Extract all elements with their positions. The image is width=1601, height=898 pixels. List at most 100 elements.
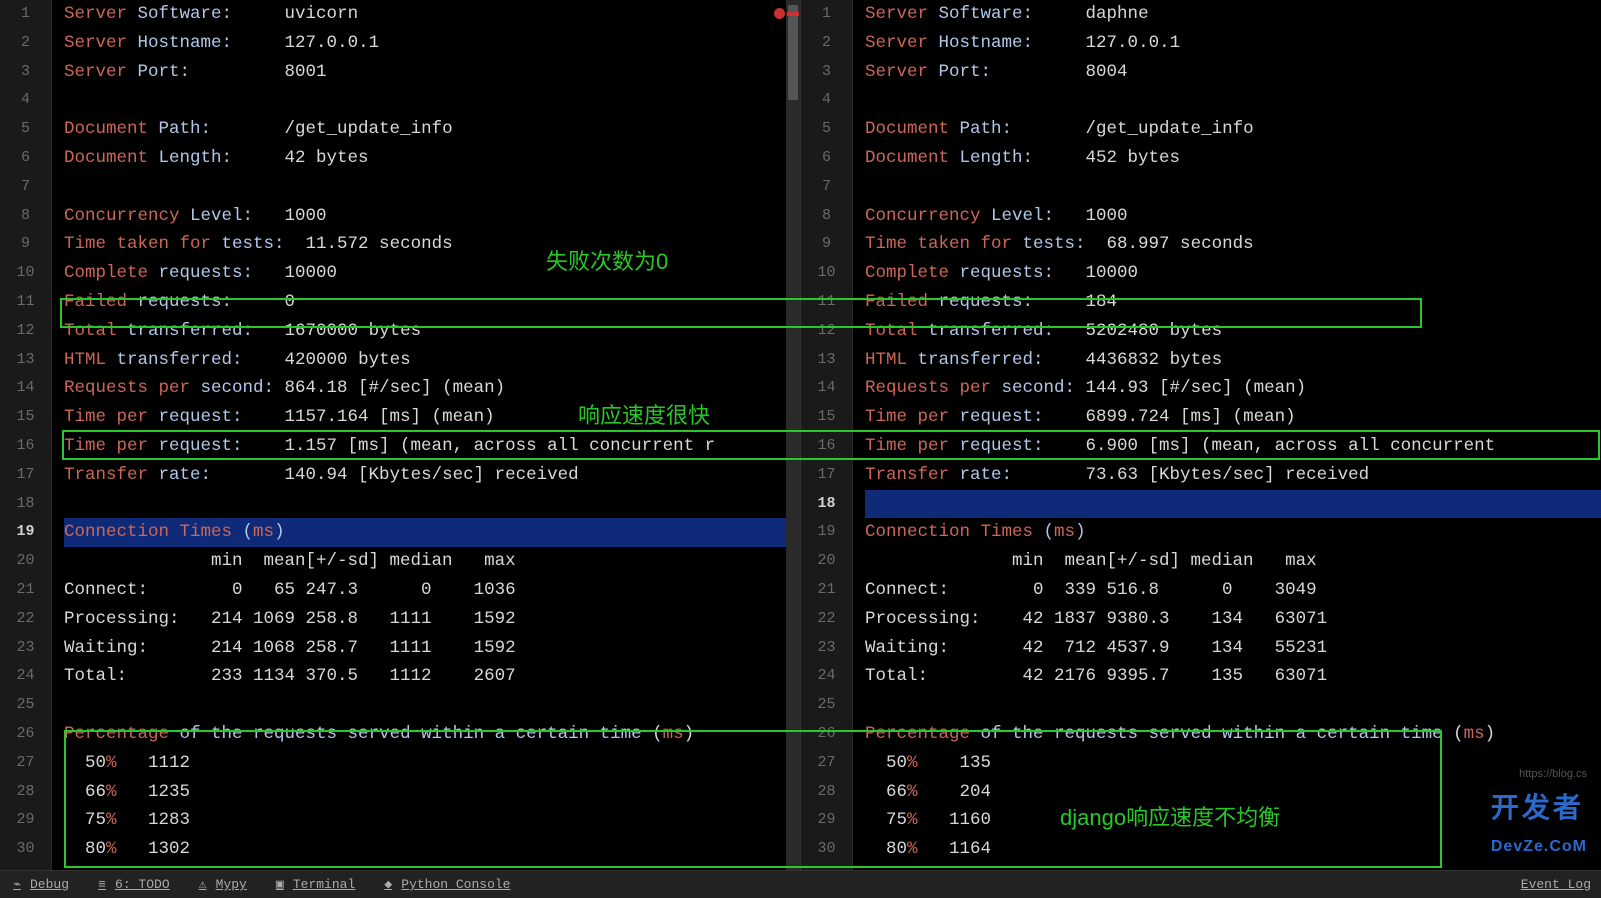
code-line[interactable]: Failed requests: 0 <box>64 288 800 317</box>
line-number: 2 <box>801 29 852 58</box>
scrollbar-thumb[interactable] <box>788 5 798 100</box>
status-terminal[interactable]: ▣Terminal <box>273 877 355 892</box>
code-line[interactable]: 75% 1283 <box>64 806 800 835</box>
code-line[interactable]: Percentage of the requests served within… <box>865 720 1601 749</box>
code-line[interactable]: Waiting: 214 1068 258.7 1111 1592 <box>64 634 800 663</box>
code-line[interactable]: Total transferred: 5202480 bytes <box>865 317 1601 346</box>
code-area-right[interactable]: Server Software: daphneServer Hostname: … <box>853 0 1601 864</box>
line-number: 16 <box>0 432 51 461</box>
code-line[interactable]: 66% 1235 <box>64 778 800 807</box>
code-line[interactable]: Document Path: /get_update_info <box>865 115 1601 144</box>
line-number: 7 <box>801 173 852 202</box>
code-line[interactable]: Complete requests: 10000 <box>64 259 800 288</box>
code-line[interactable]: Document Length: 452 bytes <box>865 144 1601 173</box>
code-line[interactable] <box>865 490 1601 519</box>
line-number: 9 <box>801 230 852 259</box>
code-line[interactable] <box>865 173 1601 202</box>
code-line[interactable]: Server Port: 8004 <box>865 58 1601 87</box>
line-number: 29 <box>801 806 852 835</box>
code-line[interactable]: Connection Times (ms) <box>865 518 1601 547</box>
code-line[interactable]: Complete requests: 10000 <box>865 259 1601 288</box>
code-line[interactable]: Time per request: 6.900 [ms] (mean, acro… <box>865 432 1601 461</box>
code-line[interactable]: min mean[+/-sd] median max <box>865 547 1601 576</box>
code-line[interactable]: Requests per second: 864.18 [#/sec] (mea… <box>64 374 800 403</box>
code-line[interactable] <box>64 490 800 519</box>
bug-icon: ⌁ <box>10 877 24 892</box>
code-line[interactable]: 50% 135 <box>865 749 1601 778</box>
code-line[interactable]: Document Length: 42 bytes <box>64 144 800 173</box>
code-line[interactable]: 50% 1112 <box>64 749 800 778</box>
watermark-sub: https://blog.cs <box>1519 768 1587 780</box>
code-line[interactable]: Server Software: uvicorn <box>64 0 800 29</box>
code-line[interactable]: Time taken for tests: 68.997 seconds <box>865 230 1601 259</box>
editor-pane-left[interactable]: 1234567891011121314151617181920212223242… <box>0 0 801 870</box>
code-line[interactable]: Processing: 214 1069 258.8 1111 1592 <box>64 605 800 634</box>
line-number: 3 <box>801 58 852 87</box>
line-number: 28 <box>0 778 51 807</box>
line-number: 15 <box>801 403 852 432</box>
error-dot-icon <box>774 8 785 19</box>
code-line[interactable]: HTML transferred: 4436832 bytes <box>865 346 1601 375</box>
code-line[interactable]: Waiting: 42 712 4537.9 134 55231 <box>865 634 1601 663</box>
status-python-console[interactable]: ◆Python Console <box>381 877 510 892</box>
status-event-log[interactable]: Event Log <box>1521 877 1601 892</box>
terminal-icon: ▣ <box>273 877 287 892</box>
code-line[interactable] <box>64 691 800 720</box>
code-line[interactable]: Document Path: /get_update_info <box>64 115 800 144</box>
line-number: 6 <box>0 144 51 173</box>
line-number: 19 <box>801 518 852 547</box>
code-line[interactable]: Time taken for tests: 11.572 seconds <box>64 230 800 259</box>
line-number: 22 <box>0 605 51 634</box>
code-line[interactable] <box>64 86 800 115</box>
line-number: 18 <box>0 490 51 519</box>
code-line[interactable] <box>865 86 1601 115</box>
code-line[interactable]: Total transferred: 1670000 bytes <box>64 317 800 346</box>
line-gutter-right: 1234567891011121314151617181920212223242… <box>801 0 853 870</box>
line-gutter-left: 1234567891011121314151617181920212223242… <box>0 0 52 870</box>
code-line[interactable]: Concurrency Level: 1000 <box>865 202 1601 231</box>
line-number: 1 <box>801 0 852 29</box>
code-line[interactable]: Transfer rate: 140.94 [Kbytes/sec] recei… <box>64 461 800 490</box>
code-line[interactable]: Time per request: 6899.724 [ms] (mean) <box>865 403 1601 432</box>
code-line[interactable]: Connect: 0 339 516.8 0 3049 <box>865 576 1601 605</box>
code-line[interactable]: Server Port: 8001 <box>64 58 800 87</box>
code-line[interactable]: Connection Times (ms) <box>64 518 800 547</box>
code-line[interactable]: Server Hostname: 127.0.0.1 <box>865 29 1601 58</box>
code-line[interactable]: Failed requests: 184 <box>865 288 1601 317</box>
line-number: 23 <box>801 634 852 663</box>
code-line[interactable]: Server Software: daphne <box>865 0 1601 29</box>
code-line[interactable]: HTML transferred: 420000 bytes <box>64 346 800 375</box>
code-line[interactable]: Total: 42 2176 9395.7 135 63071 <box>865 662 1601 691</box>
code-line[interactable]: 80% 1302 <box>64 835 800 864</box>
scrollbar-left[interactable] <box>786 0 800 870</box>
line-number: 25 <box>0 691 51 720</box>
code-line[interactable]: Requests per second: 144.93 [#/sec] (mea… <box>865 374 1601 403</box>
code-line[interactable] <box>865 691 1601 720</box>
code-line[interactable]: Transfer rate: 73.63 [Kbytes/sec] receiv… <box>865 461 1601 490</box>
line-number: 20 <box>0 547 51 576</box>
line-number: 8 <box>801 202 852 231</box>
line-number: 8 <box>0 202 51 231</box>
code-line[interactable]: Time per request: 1157.164 [ms] (mean) <box>64 403 800 432</box>
line-number: 17 <box>0 461 51 490</box>
line-number: 5 <box>0 115 51 144</box>
code-line[interactable]: Total: 233 1134 370.5 1112 2607 <box>64 662 800 691</box>
line-number: 25 <box>801 691 852 720</box>
line-number: 28 <box>801 778 852 807</box>
line-number: 9 <box>0 230 51 259</box>
code-area-left[interactable]: Server Software: uvicornServer Hostname:… <box>52 0 800 864</box>
code-line[interactable]: Server Hostname: 127.0.0.1 <box>64 29 800 58</box>
watermark-brand: 开发者 <box>1491 792 1584 823</box>
editor-pane-right[interactable]: 1234567891011121314151617181920212223242… <box>801 0 1601 870</box>
code-line[interactable] <box>64 173 800 202</box>
code-line[interactable]: Concurrency Level: 1000 <box>64 202 800 231</box>
status-debug[interactable]: ⌁Debug <box>10 877 69 892</box>
code-line[interactable]: Processing: 42 1837 9380.3 134 63071 <box>865 605 1601 634</box>
code-line[interactable]: min mean[+/-sd] median max <box>64 547 800 576</box>
code-line[interactable]: Connect: 0 65 247.3 0 1036 <box>64 576 800 605</box>
status-mypy[interactable]: ⚠Mypy <box>196 877 247 892</box>
code-line[interactable]: Percentage of the requests served within… <box>64 720 800 749</box>
status-todo[interactable]: ≡6: TODO <box>95 877 170 892</box>
code-line[interactable]: Time per request: 1.157 [ms] (mean, acro… <box>64 432 800 461</box>
line-number: 2 <box>0 29 51 58</box>
